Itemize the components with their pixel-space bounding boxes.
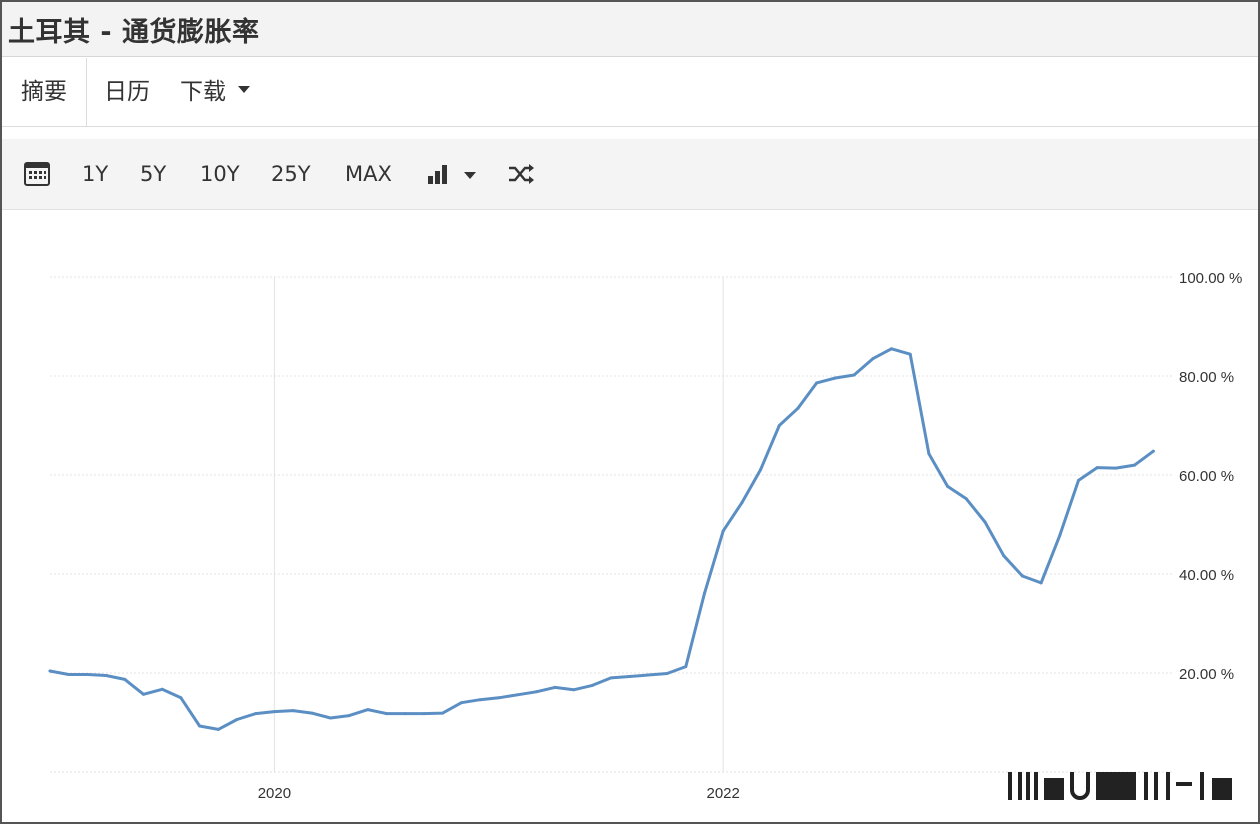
data-point bbox=[852, 373, 856, 377]
data-point bbox=[646, 673, 650, 677]
data-point bbox=[890, 347, 893, 351]
data-point bbox=[385, 712, 389, 716]
data-point bbox=[272, 710, 276, 714]
chevron-down-icon bbox=[238, 86, 250, 93]
data-point bbox=[1114, 466, 1118, 470]
data-point bbox=[1039, 581, 1043, 585]
data-point bbox=[1020, 574, 1024, 578]
data-point bbox=[871, 357, 875, 361]
tab-summary-label: 摘要 bbox=[21, 79, 67, 105]
data-point bbox=[553, 685, 557, 689]
data-point bbox=[459, 701, 463, 705]
page-title: 土耳其 - 通货膨胀率 bbox=[8, 17, 260, 48]
data-point bbox=[1002, 554, 1006, 558]
data-point bbox=[927, 452, 931, 456]
data-point bbox=[310, 711, 314, 715]
title-bar: 土耳其 - 通货膨胀率 bbox=[2, 2, 1258, 57]
data-point bbox=[740, 501, 744, 505]
data-point bbox=[964, 497, 968, 501]
inflation-line-chart: 20.00 % 40.00 % 60.00 % 80.00 % 100.00 % 2020… bbox=[48, 270, 1242, 802]
data-point bbox=[665, 672, 669, 675]
chart-area: 20.00 % 40.00 % 60.00 % 80.00 % 100.00 % 2020… bbox=[2, 210, 1258, 822]
data-point bbox=[104, 674, 108, 677]
data-point bbox=[123, 677, 127, 681]
y-tick-label: 80.00 % bbox=[1179, 369, 1234, 386]
data-point bbox=[198, 724, 202, 728]
watermark-stamp bbox=[1004, 768, 1244, 804]
data-point bbox=[142, 692, 145, 696]
tab-bar: 摘要 日历 下载 bbox=[2, 58, 1258, 127]
y-tick-label: 20.00 % bbox=[1179, 666, 1234, 683]
range-max-button[interactable]: MAX bbox=[345, 139, 392, 209]
data-point bbox=[833, 376, 837, 380]
data-point bbox=[609, 676, 613, 680]
series-line bbox=[48, 347, 1155, 731]
data-point bbox=[1133, 463, 1137, 467]
data-point bbox=[534, 690, 538, 694]
data-point bbox=[572, 688, 576, 692]
data-point bbox=[703, 591, 706, 595]
y-tick-label: 60.00 % bbox=[1179, 468, 1234, 485]
data-point bbox=[179, 696, 183, 700]
data-point bbox=[254, 712, 258, 716]
data-point bbox=[946, 484, 950, 488]
data-point bbox=[48, 669, 52, 673]
x-tick-label: 2022 bbox=[707, 785, 740, 802]
bar-chart-icon[interactable] bbox=[426, 161, 482, 187]
data-point bbox=[235, 718, 239, 721]
data-point bbox=[366, 708, 370, 712]
range-10y-button[interactable]: 10Y bbox=[200, 139, 240, 209]
data-point bbox=[983, 520, 987, 524]
data-point bbox=[590, 683, 594, 687]
data-point bbox=[422, 712, 426, 716]
chart-widget: 土耳其 - 通货膨胀率 摘要 日历 下载 1Y 5Y 10Y 25Y MAX 2… bbox=[0, 0, 1260, 824]
range-1y-button[interactable]: 1Y bbox=[82, 139, 108, 209]
data-point bbox=[329, 716, 332, 720]
data-point bbox=[777, 424, 781, 427]
data-point bbox=[347, 714, 351, 718]
data-point bbox=[796, 406, 800, 410]
data-point bbox=[403, 712, 407, 716]
data-point bbox=[497, 696, 501, 700]
x-tick-label: 2020 bbox=[258, 785, 291, 802]
data-point bbox=[1077, 478, 1080, 482]
data-point bbox=[516, 693, 519, 697]
data-point bbox=[478, 698, 482, 702]
y-tick-label: 100.00 % bbox=[1179, 270, 1242, 287]
tab-download[interactable]: 下载 bbox=[180, 58, 250, 126]
data-point bbox=[759, 468, 763, 472]
data-point bbox=[1151, 449, 1155, 453]
range-5y-button[interactable]: 5Y bbox=[140, 139, 166, 209]
data-point bbox=[1095, 466, 1099, 470]
tab-download-label: 下载 bbox=[180, 79, 226, 105]
data-point bbox=[160, 687, 164, 691]
data-point bbox=[67, 673, 71, 676]
y-tick-label: 40.00 % bbox=[1179, 567, 1234, 584]
data-point bbox=[815, 381, 819, 385]
data-point bbox=[216, 727, 220, 731]
shuffle-icon[interactable] bbox=[507, 161, 535, 187]
calendar-icon[interactable] bbox=[24, 161, 50, 187]
data-point bbox=[628, 675, 632, 678]
data-point bbox=[721, 529, 725, 533]
data-point bbox=[908, 352, 912, 356]
tab-summary[interactable]: 摘要 bbox=[2, 58, 87, 126]
data-point bbox=[85, 673, 89, 676]
chart-toolbar: 1Y 5Y 10Y 25Y MAX bbox=[2, 139, 1258, 210]
tab-calendar-label: 日历 bbox=[104, 79, 150, 105]
data-point bbox=[1058, 533, 1062, 537]
data-point bbox=[441, 711, 445, 715]
range-25y-button[interactable]: 25Y bbox=[271, 139, 311, 209]
data-point bbox=[291, 709, 295, 713]
tab-calendar[interactable]: 日历 bbox=[104, 58, 150, 126]
data-point bbox=[684, 665, 688, 669]
